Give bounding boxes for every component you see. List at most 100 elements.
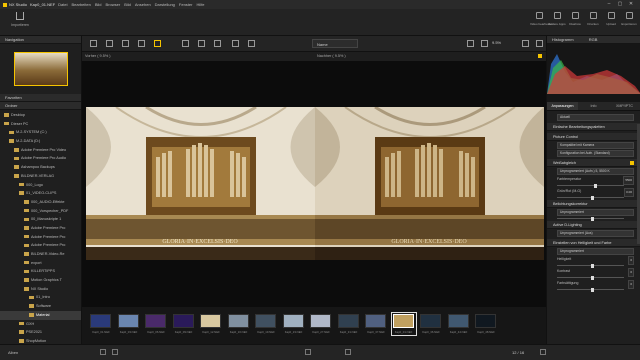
zoom-out-icon[interactable] bbox=[481, 40, 488, 47]
toolbar-button[interactable]: Upload bbox=[602, 12, 620, 27]
wb-temp-slider-handle[interactable] bbox=[593, 183, 597, 188]
tab-2[interactable]: XMP/IPTC bbox=[609, 102, 640, 110]
import-button[interactable]: Importieren bbox=[8, 12, 32, 28]
label-icon[interactable] bbox=[345, 349, 351, 355]
filmstrip-thumbnail[interactable]: Kap0_48.NEF bbox=[475, 314, 497, 334]
preset-select[interactable]: Aktuell bbox=[557, 114, 634, 121]
folder-tree-item[interactable]: 00_Manuskripte 1 bbox=[0, 215, 81, 224]
folder-tree-item[interactable]: Software bbox=[0, 302, 81, 311]
thumbnail-size-icon[interactable] bbox=[540, 349, 546, 355]
folder-tree-item[interactable]: 01_Intro bbox=[0, 293, 81, 302]
folder-tree-item[interactable]: 000_Vorspecher_PDF bbox=[0, 207, 81, 216]
filmstrip-thumbnail[interactable]: Kap0_19.NEF bbox=[255, 314, 277, 334]
folder-tree-item[interactable]: Adobe Premiere Pro bbox=[0, 224, 81, 233]
folder-tree-item[interactable]: Adobe Premiere Pro bbox=[0, 233, 81, 242]
maximize-icon[interactable]: ▢ bbox=[616, 1, 624, 7]
filmstrip-thumbnail[interactable]: Kap0_44.NEF bbox=[447, 314, 470, 334]
basic-section-header[interactable]: Einfache Bearbeitungspaletten bbox=[547, 123, 640, 131]
tab-1[interactable]: Info bbox=[578, 102, 609, 110]
filmstrip-thumbnail[interactable]: Kap0_06.NEF bbox=[145, 314, 167, 334]
compare-view-icon[interactable] bbox=[138, 40, 145, 47]
folder-tree-item[interactable]: M.2-SYSTEM (C:) bbox=[0, 128, 81, 137]
folder-tree-item[interactable]: M.2-DATA (D:) bbox=[0, 137, 81, 146]
level-slider-value[interactable]: 0 bbox=[628, 256, 634, 265]
white-balance-select[interactable]: Unprogrammiert (Aufn.) 5, 5500 K bbox=[557, 168, 634, 175]
folder-tree-item[interactable]: Material bbox=[0, 310, 81, 320]
zoom-in-icon[interactable] bbox=[522, 40, 529, 47]
folder-tree-item[interactable]: Dieser PC bbox=[0, 120, 81, 129]
menu-item[interactable]: Bild bbox=[124, 2, 131, 7]
folder-tree-item[interactable]: PSE2021 bbox=[0, 328, 81, 337]
folder-tree-item[interactable]: KILLERTIPPS bbox=[0, 267, 81, 276]
wb-tint-slider-handle[interactable] bbox=[590, 195, 594, 200]
favorites-header[interactable]: Favoriten bbox=[0, 94, 81, 102]
toolbar-button[interactable]: Video bearbeiten bbox=[530, 12, 553, 27]
close-icon[interactable]: ✕ bbox=[627, 1, 635, 7]
folder-tree-item[interactable]: NX Studio bbox=[0, 285, 81, 294]
folder-tree-item[interactable]: BILDNER-VERLAG bbox=[0, 172, 81, 181]
folder-tree-item[interactable]: GXH bbox=[0, 320, 81, 329]
level-slider-value[interactable]: 0 bbox=[628, 268, 634, 277]
albums-header[interactable]: Alben bbox=[8, 350, 18, 355]
folders-header[interactable]: Ordner bbox=[0, 102, 81, 110]
histogram-toggle-icon[interactable] bbox=[182, 40, 189, 47]
rotate-icon[interactable] bbox=[214, 40, 221, 47]
menu-item[interactable]: Datei bbox=[58, 2, 67, 7]
tab-0[interactable]: Anpassungen bbox=[547, 102, 578, 110]
filmstrip-thumbnail[interactable]: Kap0_37.NEF bbox=[365, 314, 387, 334]
menu-item[interactable]: Darstellung bbox=[155, 2, 175, 7]
focus-point-icon[interactable] bbox=[198, 40, 205, 47]
filmstrip-thumbnail[interactable]: Kap0_31.NEF bbox=[337, 314, 360, 334]
adl-select[interactable]: Unprogrammiert (Aus) bbox=[557, 230, 634, 237]
level-slider[interactable] bbox=[557, 287, 624, 292]
levels-select[interactable]: Unprogrammiert bbox=[557, 248, 634, 255]
prev-icon[interactable] bbox=[100, 349, 106, 355]
wb-tint-slider[interactable] bbox=[557, 195, 624, 200]
toolbar-button[interactable]: Exportieren bbox=[620, 12, 638, 27]
filmstrip-thumbnail[interactable]: Kap0_03.NEF bbox=[117, 314, 140, 334]
rating-icon[interactable] bbox=[248, 40, 255, 47]
level-slider-handle[interactable] bbox=[590, 275, 594, 280]
wb-temp-value[interactable]: 5500 bbox=[623, 176, 634, 185]
zoom-level[interactable]: 9.5% bbox=[492, 40, 501, 45]
navigation-thumbnail[interactable] bbox=[0, 44, 81, 94]
menu-item[interactable]: Bild bbox=[95, 2, 102, 7]
levels-header[interactable]: Einstellen von Helligkeit und Farbe bbox=[547, 239, 640, 247]
grid-view-icon[interactable] bbox=[90, 40, 97, 47]
exposure-slider[interactable] bbox=[557, 216, 624, 221]
navigation-header[interactable]: Navigation bbox=[0, 36, 81, 44]
rating-stars-icon[interactable] bbox=[305, 349, 311, 355]
filmstrip-thumbnail[interactable]: Kap0_27.NEF bbox=[310, 314, 332, 334]
exposure-select[interactable]: Unprogrammiert bbox=[557, 209, 634, 216]
folder-tree-item[interactable]: 000_Logo bbox=[0, 181, 81, 190]
wb-tint-value[interactable]: 0.00 bbox=[624, 188, 634, 197]
picture-control-select[interactable]: Kompatibel mit Kamera bbox=[557, 142, 634, 149]
exposure-header[interactable]: Belichtungskorrektur bbox=[547, 200, 640, 208]
white-balance-header[interactable]: Weißabgleich bbox=[547, 159, 640, 167]
folder-tree-item[interactable]: Desktop bbox=[0, 111, 81, 120]
toolbar-button[interactable]: Andere Apps bbox=[548, 12, 566, 27]
sort-select[interactable]: Name bbox=[312, 39, 358, 48]
filmstrip-thumbnail[interactable]: Kap0_36.NEF bbox=[420, 314, 442, 334]
picture-control-sub[interactable]: Konfiguration bei Aufn. (Standard) bbox=[557, 150, 634, 157]
histogram-mode[interactable]: RGB bbox=[589, 37, 598, 42]
menu-item[interactable]: Browser bbox=[106, 2, 121, 7]
exposure-slider-handle[interactable] bbox=[590, 216, 594, 221]
menu-item[interactable]: Bearbeiten bbox=[72, 2, 91, 7]
level-slider[interactable] bbox=[557, 275, 624, 280]
folder-tree-item[interactable]: export bbox=[0, 259, 81, 268]
filmstrip-view-icon[interactable] bbox=[106, 40, 113, 47]
filmstrip-thumbnail[interactable]: Kap0_01.NEF bbox=[390, 312, 417, 336]
folder-tree-item[interactable]: Adobe Premiere Pro bbox=[0, 241, 81, 250]
menu-item[interactable]: Ansehen bbox=[135, 2, 151, 7]
toolbar-button[interactable]: Diashow bbox=[566, 12, 584, 27]
white-balance-checkbox[interactable] bbox=[630, 161, 634, 165]
picture-control-header[interactable]: Picture Control bbox=[547, 133, 640, 141]
filmstrip-thumbnail[interactable]: Kap0_09.NEF bbox=[172, 314, 195, 334]
filmstrip-thumbnail[interactable]: Kap0_23.NEF bbox=[282, 314, 305, 334]
filmstrip-thumbnail[interactable]: Kap0_16.NEF bbox=[227, 314, 250, 334]
fullscreen-icon[interactable] bbox=[536, 40, 543, 47]
level-slider-handle[interactable] bbox=[590, 263, 594, 268]
next-icon[interactable] bbox=[112, 349, 118, 355]
level-slider-handle[interactable] bbox=[590, 287, 594, 292]
